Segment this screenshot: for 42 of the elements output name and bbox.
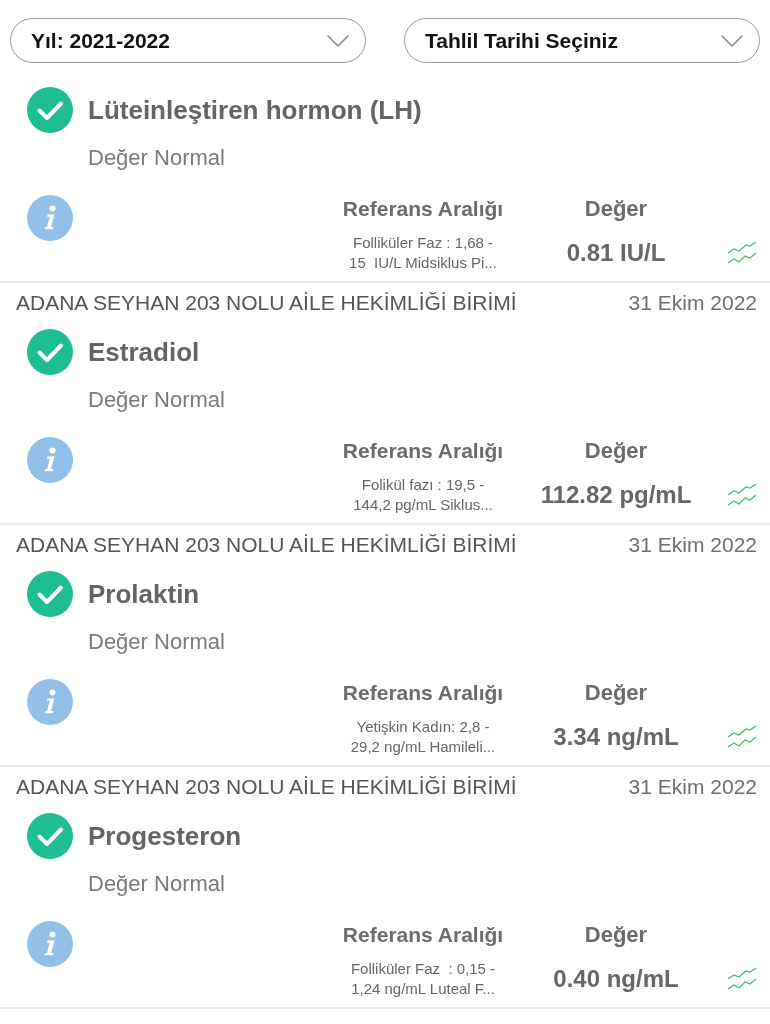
chevron-down-icon xyxy=(327,34,349,47)
status-text: Değer Normal xyxy=(88,387,226,413)
facility-name: ADANA SEYHAN 203 NOLU AİLE HEKİMLİĞİ BİRİMİ xyxy=(16,532,517,558)
value-heading: Değer xyxy=(584,921,648,948)
value-heading: Değer xyxy=(584,437,648,464)
test-date: 31 Ekim 2022 xyxy=(628,532,757,558)
value-heading: Değer xyxy=(584,679,648,706)
reference-range-text: Yetişkin Kadın: 2,8 - 29,2 ng/mL Hamileli... xyxy=(350,717,496,757)
reference-range-heading: Referans Aralığı xyxy=(342,196,504,222)
trend-chart-icon[interactable] xyxy=(727,482,757,508)
dropdown-field[interactable]: Yıl: 2021-2022 xyxy=(10,18,366,63)
reference-range-text: Folikül fazı : 19,5 - 144,2 pg/mL Siklus... xyxy=(353,475,493,515)
facility-name: ADANA SEYHAN 203 NOLU AİLE HEKİMLİĞİ BİRİMİ xyxy=(16,774,517,800)
info-icon[interactable] xyxy=(27,921,73,967)
trend-chart-icon[interactable] xyxy=(727,724,757,750)
chevron-down-icon xyxy=(721,34,743,47)
test-name: Progesteron xyxy=(88,820,242,852)
status-text: Değer Normal xyxy=(88,871,226,897)
result-value: 3.34 ng/mL xyxy=(553,723,679,751)
reference-range-heading: Referans Aralığı xyxy=(342,438,504,464)
reference-range-heading: Referans Aralığı xyxy=(342,680,504,706)
value-heading: Değer xyxy=(584,195,648,222)
test-date: 31 Ekim 2022 xyxy=(628,774,757,800)
status-text: Değer Normal xyxy=(88,629,226,655)
info-icon[interactable] xyxy=(27,437,73,483)
reference-range-heading: Referans Aralığı xyxy=(342,922,504,948)
test-name: Prolaktin xyxy=(88,578,200,610)
result-value: 0.81 IU/L xyxy=(566,239,666,267)
status-text: Değer Normal xyxy=(88,145,226,171)
test-name: Lüteinleştiren hormon (LH) xyxy=(88,94,422,126)
reference-range-text: Folliküler Faz : 0,15 - 1,24 ng/mL Luteal F... xyxy=(350,959,496,999)
facility-name: ADANA SEYHAN 203 NOLU AİLE HEKİMLİĞİ BİRİMİ xyxy=(16,290,517,316)
trend-chart-icon[interactable] xyxy=(727,966,757,992)
result-value: 112.82 pg/mL xyxy=(540,481,692,509)
result-value: 0.40 ng/mL xyxy=(553,965,679,993)
info-icon[interactable] xyxy=(27,679,73,725)
info-icon[interactable] xyxy=(27,195,73,241)
dropdown-field[interactable]: Tahlil Tarihi Seçiniz xyxy=(404,18,760,63)
test-date: 31 Ekim 2022 xyxy=(628,290,757,316)
trend-chart-icon[interactable] xyxy=(727,240,757,266)
reference-range-text: Folliküler Faz : 1,68 - 15 IU/L Midsiklus Pi... xyxy=(349,233,497,273)
test-name: Estradiol xyxy=(88,336,200,368)
